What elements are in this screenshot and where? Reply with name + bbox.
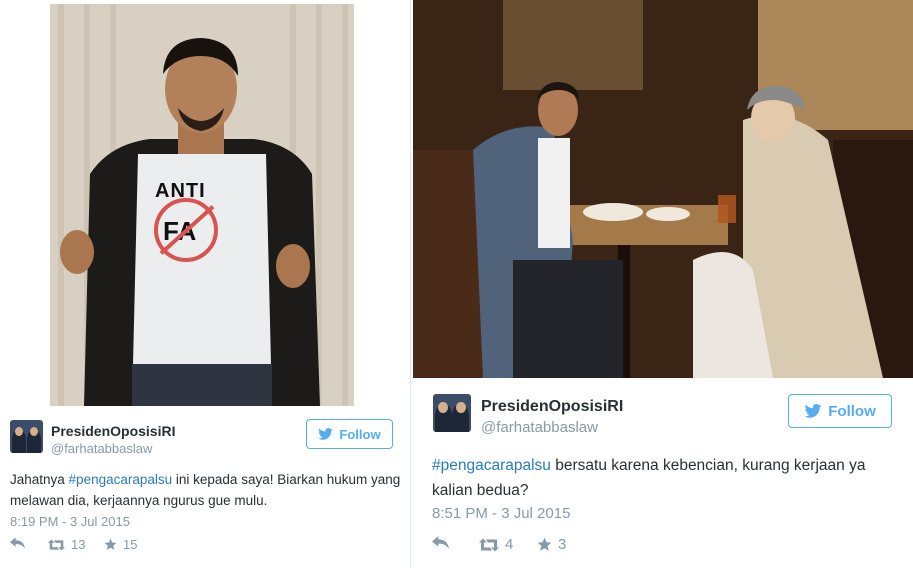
display-name[interactable]: PresidenOposisiRI [481, 398, 623, 416]
retweet-count: 13 [71, 537, 86, 552]
user-handle[interactable]: @farhatabbaslaw [481, 419, 598, 436]
tweet-text-start: Jahatnya [10, 472, 69, 487]
tweet-photo-right[interactable] [413, 0, 913, 378]
display-name[interactable]: PresidenOposisiRI [51, 423, 175, 439]
twitter-bird-icon [318, 428, 334, 440]
retweet-icon [48, 538, 65, 551]
tweet-timestamp[interactable]: 8:51 PM - 3 Jul 2015 [432, 505, 570, 522]
follow-button[interactable]: Follow [306, 419, 393, 449]
follow-label: Follow [339, 426, 381, 442]
avatar[interactable] [433, 394, 471, 432]
tweet-photo-left[interactable]: ANTI FA [50, 4, 354, 406]
shirt-fa-text: FA [163, 216, 197, 246]
tweet-card-right: PresidenOposisiRI @farhatabbaslaw Follow… [413, 0, 913, 568]
favorite-icon [537, 537, 552, 551]
hashtag-link[interactable]: #pengacarapalsu [69, 472, 173, 487]
retweet-button[interactable]: 4 [479, 536, 513, 553]
follow-button[interactable]: Follow [788, 394, 892, 428]
reply-icon [432, 536, 449, 549]
retweet-button[interactable]: 13 [48, 537, 85, 552]
favorite-button[interactable]: 3 [537, 536, 566, 553]
favorite-count: 15 [123, 537, 138, 552]
favorite-count: 3 [558, 536, 567, 553]
reply-button[interactable] [10, 537, 25, 549]
retweet-count: 4 [505, 536, 514, 553]
tweet-text: Jahatnya #pengacarapalsu ini kepada saya… [10, 469, 405, 511]
twitter-bird-icon [804, 404, 822, 418]
retweet-icon [479, 538, 499, 551]
hashtag-link[interactable]: #pengacarapalsu [432, 457, 551, 474]
favorite-icon [104, 538, 117, 550]
tweet-media-left[interactable]: ANTI FA [0, 0, 410, 408]
photo-restaurant-couple [413, 0, 913, 378]
tweet-media-right[interactable] [413, 0, 913, 378]
reply-icon [10, 537, 25, 549]
follow-label: Follow [828, 402, 876, 420]
tweet-card-left: ANTI FA PresidenOposisiRI @farhatabbasla… [0, 0, 411, 568]
avatar[interactable] [10, 420, 43, 453]
reply-button[interactable] [432, 536, 449, 549]
tweet-timestamp[interactable]: 8:19 PM - 3 Jul 2015 [10, 514, 130, 529]
tweet-text: #pengacarapalsu bersatu karena kebencian… [432, 453, 902, 503]
user-handle[interactable]: @farhatabbaslaw [51, 441, 152, 456]
favorite-button[interactable]: 15 [104, 537, 137, 552]
